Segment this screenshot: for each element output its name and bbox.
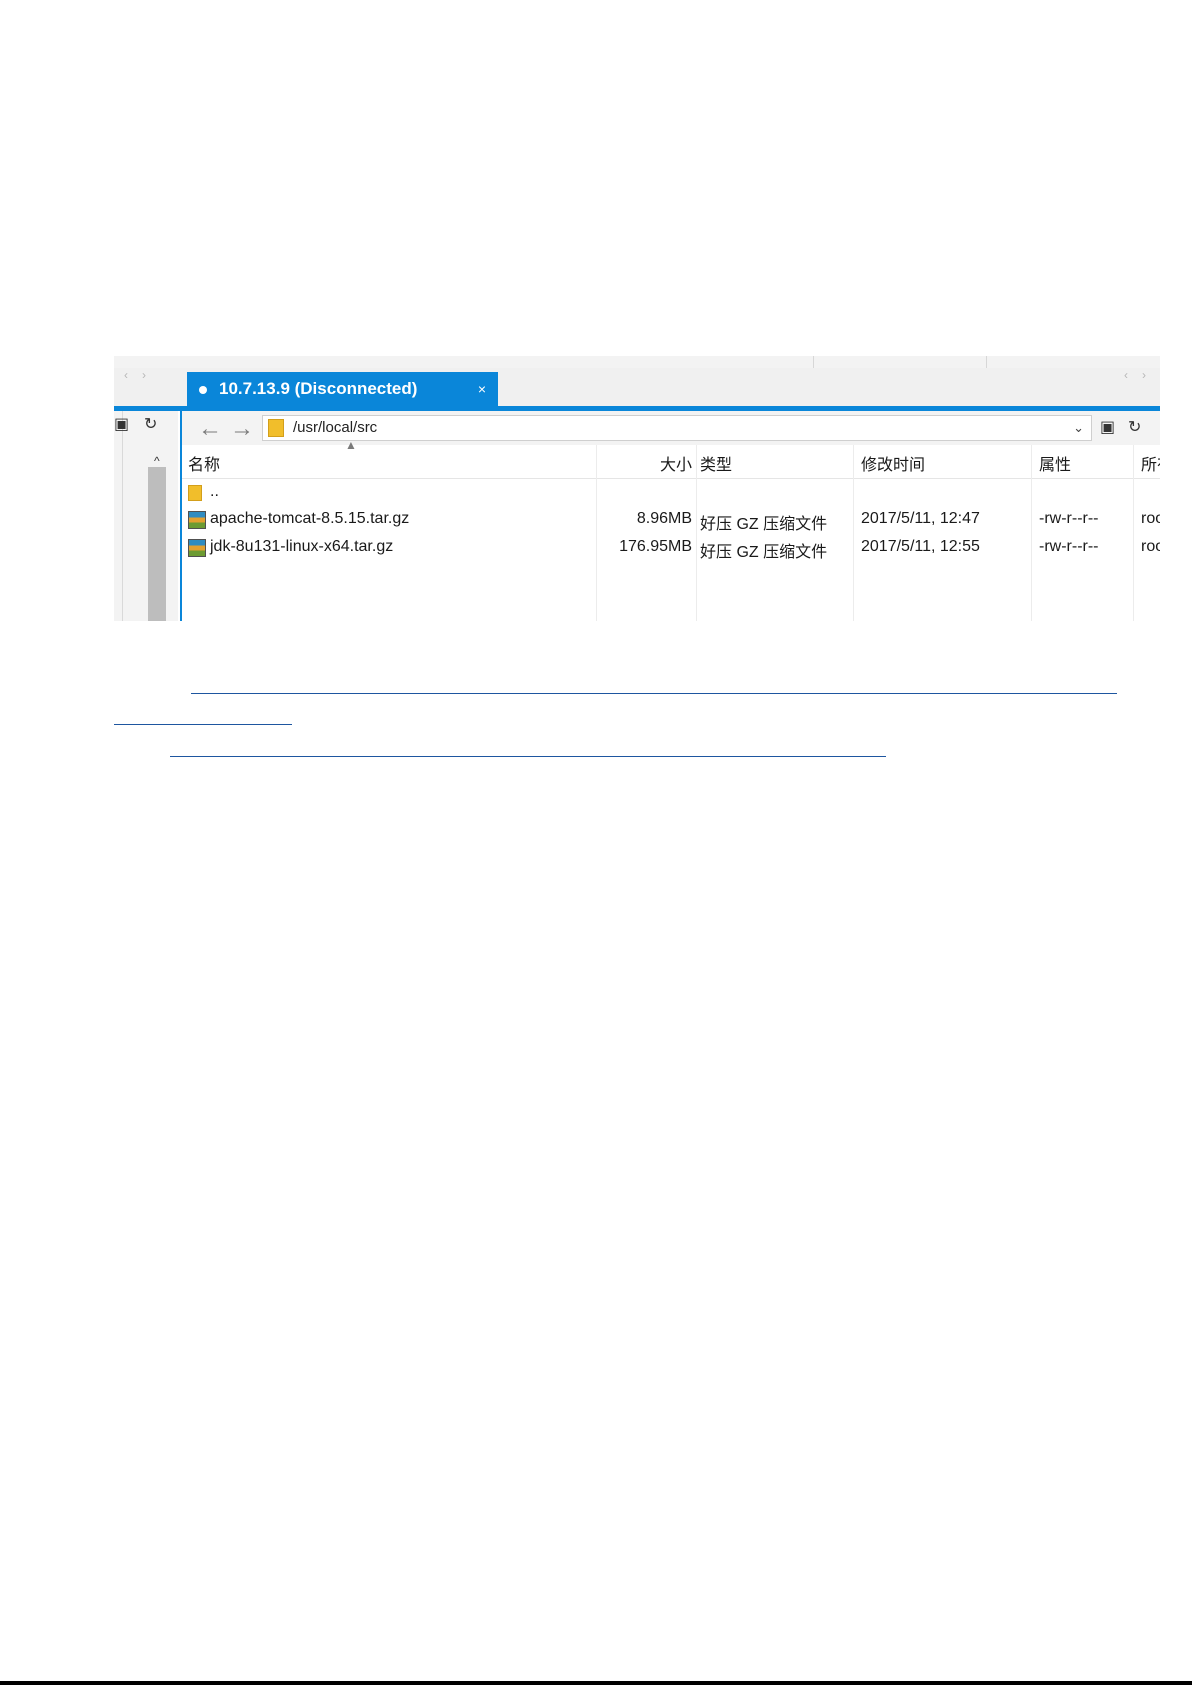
file-size: 8.96MB (636, 510, 692, 527)
tab-title: 10.7.13.9 (Disconnected) (219, 379, 418, 398)
file-manager-screenshot: ‹› 10.7.13.9 (Disconnected) × ‹› ▣ ↻ ^ ←… (114, 356, 1160, 621)
pane-divider (122, 411, 123, 621)
archive-icon (188, 511, 206, 529)
chevron-up-icon[interactable]: ^ (154, 454, 160, 468)
close-icon[interactable]: × (478, 372, 486, 406)
file-name: jdk-8u131-linux-x64.tar.gz (210, 538, 394, 555)
file-attributes: -rw-r--r-- (1039, 510, 1099, 527)
file-name: apache-tomcat-8.5.15.tar.gz (210, 510, 410, 527)
path-input[interactable]: /usr/local/src ⌄ (262, 415, 1092, 441)
table-row[interactable]: apache-tomcat-8.5.15.tar.gz 8.96MB 好压 GZ… (182, 506, 1160, 534)
archive-icon[interactable]: ▣ (114, 414, 129, 434)
link-underline (114, 724, 292, 725)
file-type: 好压 GZ 压缩文件 (700, 516, 828, 533)
folder-icon (268, 419, 284, 437)
arrow-left-icon[interactable]: ← (198, 415, 222, 443)
chevron-down-icon[interactable]: ⌄ (1073, 420, 1084, 436)
folder-icon (188, 485, 202, 501)
file-name: .. (210, 483, 219, 500)
left-tab-nav[interactable]: ‹› (124, 368, 160, 382)
page-bottom-border (0, 1681, 1192, 1685)
file-size: 176.95MB (619, 538, 692, 555)
column-header-name[interactable]: 名称 (188, 451, 220, 475)
column-header-type[interactable]: 类型 (700, 451, 732, 475)
column-header-owner[interactable]: 所有者 (1141, 451, 1160, 475)
table-header: 名称 ▲ 大小 类型 修改时间 属性 所有者 (182, 438, 1160, 479)
right-tab-nav[interactable]: ‹› (1124, 368, 1160, 382)
archive-icon[interactable]: ▣ (1100, 417, 1115, 437)
refresh-icon[interactable]: ↻ (144, 414, 157, 434)
tab-session[interactable]: 10.7.13.9 (Disconnected) × (187, 372, 498, 406)
file-type: 好压 GZ 压缩文件 (700, 544, 828, 561)
top-divider (986, 356, 987, 368)
sort-up-icon: ▲ (345, 438, 357, 452)
refresh-icon[interactable]: ↻ (1128, 417, 1141, 437)
file-owner: root (1141, 538, 1160, 555)
column-header-attributes[interactable]: 属性 (1039, 451, 1071, 475)
path-value: /usr/local/src (293, 419, 378, 436)
arrow-right-icon[interactable]: → (230, 415, 254, 443)
column-header-size[interactable]: 大小 (584, 451, 692, 475)
chevron-left-icon[interactable]: ‹ (1124, 368, 1142, 382)
chevron-right-icon[interactable]: › (1142, 368, 1160, 382)
table-row[interactable]: .. (182, 479, 1160, 507)
link-underline (191, 693, 1117, 694)
column-header-modified[interactable]: 修改时间 (861, 451, 925, 475)
table-row[interactable]: jdk-8u131-linux-x64.tar.gz 176.95MB 好压 G… (182, 534, 1160, 562)
file-list-pane: ← → /usr/local/src ⌄ ▣ ↻ 名称 ▲ 大小 类型 修改时间… (180, 411, 1160, 621)
archive-icon (188, 539, 206, 557)
link-underline (170, 756, 886, 757)
top-strip (114, 356, 1160, 368)
status-dot-icon (199, 386, 207, 394)
file-modified: 2017/5/11, 12:55 (861, 538, 980, 555)
file-modified: 2017/5/11, 12:47 (861, 510, 980, 527)
chevron-right-icon[interactable]: › (142, 368, 160, 382)
top-divider (813, 356, 814, 368)
file-owner: root (1141, 510, 1160, 527)
chevron-left-icon[interactable]: ‹ (124, 368, 142, 382)
file-attributes: -rw-r--r-- (1039, 538, 1099, 555)
left-scrollbar[interactable] (148, 467, 166, 621)
path-bar: ← → /usr/local/src ⌄ ▣ ↻ (182, 411, 1160, 446)
left-pane (114, 411, 178, 621)
